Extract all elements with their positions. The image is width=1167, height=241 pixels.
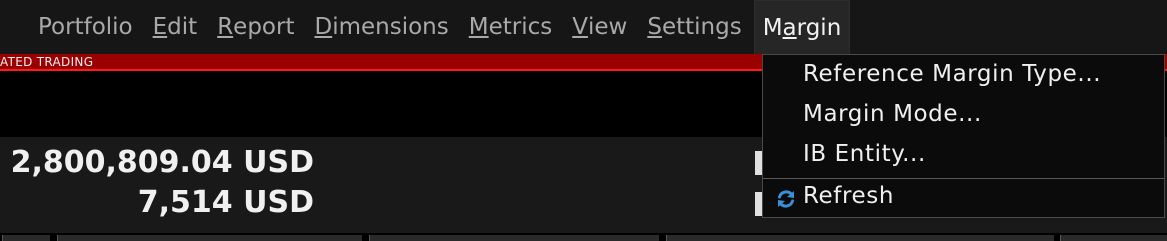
menu-margin-mnemonic: a xyxy=(782,14,797,41)
banner-text: ATED TRADING xyxy=(0,55,94,69)
menu-report-label: eport xyxy=(233,14,295,40)
menu-edit-label: dit xyxy=(167,14,198,40)
column-header[interactable] xyxy=(369,235,659,241)
menu-settings-label: ettings xyxy=(661,14,742,40)
menu-item-margin-mode[interactable]: Margin Mode... xyxy=(803,101,982,127)
menu-dimensions-mnemonic: D xyxy=(314,14,333,40)
menu-report[interactable]: Report xyxy=(217,0,294,54)
menu-view[interactable]: View xyxy=(572,0,627,54)
net-liquidation-value: 2,800,809.04 USD xyxy=(10,145,314,180)
refresh-icon xyxy=(778,190,794,208)
secondary-value: 7,514 USD xyxy=(137,185,314,220)
column-header-strip xyxy=(0,233,1167,241)
menu-dimensions-label: imensions xyxy=(332,14,449,40)
menu-item-reference-margin-type[interactable]: Reference Margin Type... xyxy=(803,61,1101,87)
menu-view-mnemonic: V xyxy=(572,14,588,40)
menu-margin-prefix: M xyxy=(762,14,783,41)
column-header[interactable] xyxy=(666,235,1054,241)
menu-separator xyxy=(763,178,1164,179)
menu-item-refresh[interactable]: Refresh xyxy=(803,183,894,209)
menu-dimensions[interactable]: Dimensions xyxy=(314,0,448,54)
margin-dropdown-menu: Reference Margin Type... Margin Mode... … xyxy=(762,54,1165,218)
column-header[interactable] xyxy=(57,235,362,241)
menu-edit-mnemonic: E xyxy=(152,14,168,40)
menu-portfolio-label: Portfolio xyxy=(38,14,133,40)
menu-settings[interactable]: Settings xyxy=(647,0,741,54)
menu-item-ib-entity[interactable]: IB Entity... xyxy=(803,141,926,167)
menu-edit[interactable]: Edit xyxy=(153,0,198,54)
column-header[interactable] xyxy=(1060,235,1167,241)
menu-bar: Portfolio Edit Report Dimensions Metrics… xyxy=(0,0,1167,54)
menu-settings-mnemonic: S xyxy=(647,14,662,40)
menu-portfolio[interactable]: Portfolio xyxy=(38,0,133,54)
menu-metrics-label: etrics xyxy=(488,14,553,40)
menu-margin[interactable]: Ma rgin xyxy=(753,0,851,54)
menu-metrics[interactable]: Metrics xyxy=(469,0,553,54)
menu-report-mnemonic: R xyxy=(217,14,234,40)
menu-margin-label: rgin xyxy=(796,14,842,41)
menu-metrics-mnemonic: M xyxy=(468,14,489,40)
column-header[interactable] xyxy=(2,235,50,241)
menu-view-label: iew xyxy=(587,14,628,40)
